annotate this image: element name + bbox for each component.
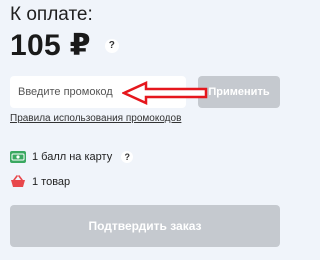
points-text: 1 балл на карту (32, 151, 113, 163)
annotation-arrow-icon (122, 81, 208, 105)
confirm-order-button[interactable]: Подтвердить заказ (10, 205, 280, 247)
basket-icon (11, 175, 25, 187)
points-row: 1 балл на карту ? (10, 151, 134, 163)
to-pay-label: К оплате: (10, 4, 93, 25)
total-amount: 105 ₽ (10, 29, 91, 62)
items-row: 1 товар (10, 175, 70, 188)
apply-promo-button[interactable]: Применить (198, 76, 280, 108)
items-count-text: 1 товар (32, 175, 71, 188)
promo-rules-link[interactable]: Правила использования промокодов (10, 113, 181, 124)
help-icon[interactable]: ? (104, 38, 119, 53)
points-help-icon[interactable]: ? (121, 151, 134, 163)
bonus-card-icon (10, 151, 26, 163)
total-row: 105 ₽ ? (10, 28, 119, 63)
